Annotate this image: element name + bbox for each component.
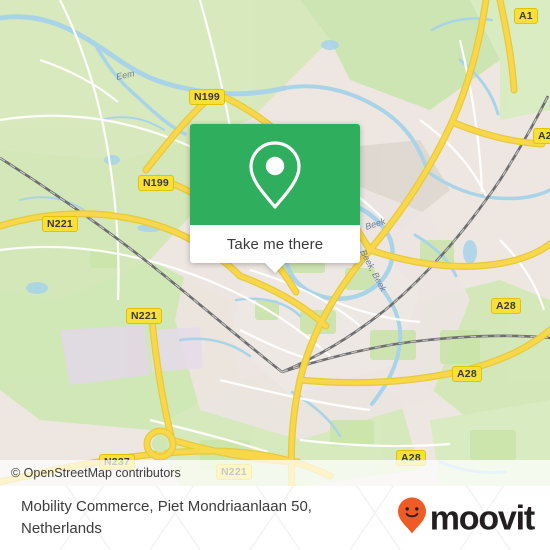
take-me-there-label: Take me there bbox=[226, 235, 324, 253]
footer-bar: Mobility Commerce, Piet Mondriaanlaan 50… bbox=[0, 486, 550, 550]
road-shield: N199 bbox=[189, 89, 225, 105]
road-shield: A28 bbox=[452, 366, 482, 382]
moovit-logo[interactable]: moovit bbox=[397, 497, 535, 540]
osm-attribution-text[interactable]: © OpenStreetMap contributors bbox=[0, 466, 181, 480]
road-shield: A1 bbox=[514, 8, 538, 24]
destination-callout[interactable]: Take me there bbox=[190, 124, 360, 273]
map-attribution-bar: © OpenStreetMap contributors bbox=[0, 460, 550, 486]
road-shield: N221 bbox=[126, 308, 162, 324]
callout-body bbox=[190, 124, 360, 225]
map-canvas[interactable]: N199 N199 N221 N221 N237 N221 A1 A28 A28… bbox=[0, 0, 550, 486]
take-me-there-button[interactable]: Take me there bbox=[190, 225, 360, 273]
map-card-page: N199 N199 N221 N221 N237 N221 A1 A28 A28… bbox=[0, 0, 550, 550]
moovit-wordmark: moovit bbox=[429, 499, 535, 537]
road-shield: N199 bbox=[138, 175, 174, 191]
callout-pointer-tail bbox=[265, 263, 285, 273]
road-shield: A28 bbox=[491, 298, 521, 314]
location-pin-icon bbox=[244, 139, 306, 211]
road-shield: N221 bbox=[42, 216, 78, 232]
moovit-smiley-pin-icon bbox=[397, 497, 427, 540]
place-title: Mobility Commerce, Piet Mondriaanlaan 50… bbox=[21, 498, 312, 537]
road-shield: A28 bbox=[533, 128, 550, 144]
